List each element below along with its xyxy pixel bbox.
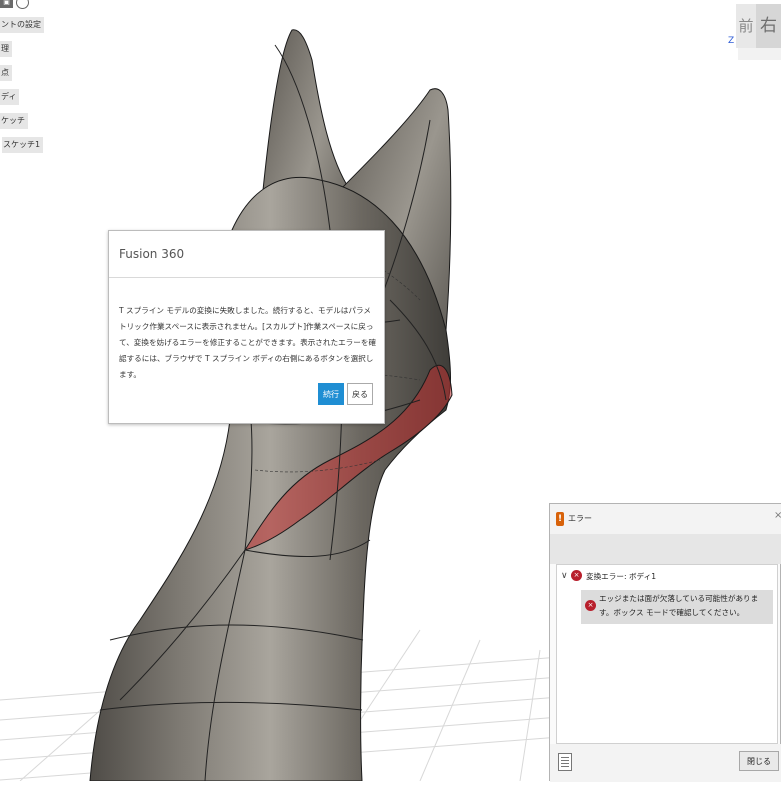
error-item-text: エッジまたは面が欠落している可能性があります。ボックス モードで確認してください… [599, 594, 759, 617]
warning-icon: ! [556, 512, 564, 526]
browser-settings-icon[interactable]: ▣ [0, 0, 13, 8]
dialog-message: T スプライン モデルの変換に失敗しました。続行すると、モデルはパラメトリック作… [119, 306, 377, 379]
viewcube-bottom-face[interactable] [738, 48, 781, 60]
conversion-failed-dialog: Fusion 360 T スプライン モデルの変換に失敗しました。続行すると、モ… [108, 230, 385, 424]
tree-item-sketch-1[interactable]: スケッチ1 [2, 137, 44, 153]
back-button[interactable]: 戻る [347, 383, 373, 405]
error-icon: × [571, 570, 582, 581]
error-list: ∨ × 変換エラー: ボディ1 × エッジまたは面が欠落している可能性があります… [556, 564, 778, 744]
viewcube-right-face[interactable]: 右 [756, 4, 781, 48]
error-panel: ! エラー × ∨ × 変換エラー: ボディ1 × エッジまたは面が欠落している… [549, 503, 781, 782]
viewcube[interactable]: 前 右 Z [728, 0, 781, 64]
error-panel-toolbar [550, 534, 781, 564]
dialog-divider [109, 277, 384, 278]
document-icon[interactable] [558, 753, 572, 771]
dialog-title: Fusion 360 [119, 247, 185, 261]
chevron-down-icon[interactable]: ∨ [561, 571, 568, 581]
error-panel-footer: 閉じる [550, 744, 781, 782]
error-group-label[interactable]: 変換エラー: ボディ1 [586, 571, 656, 582]
browser-header-icons: ▣ [0, 0, 30, 10]
error-item[interactable]: × エッジまたは面が欠落している可能性があります。ボックス モードで確認してくだ… [581, 590, 773, 624]
tree-item-bodies[interactable]: ディ [0, 89, 20, 105]
close-button[interactable]: 閉じる [739, 751, 779, 771]
error-panel-header[interactable]: ! エラー × [550, 504, 781, 534]
tree-item-units[interactable]: ントの設定 [0, 17, 44, 33]
z-axis-label: Z [728, 36, 735, 46]
error-icon: × [585, 600, 596, 611]
tree-item-named-views[interactable]: 理 [0, 41, 12, 57]
tree-item-origin[interactable]: 点 [0, 65, 12, 81]
tree-item-sketches[interactable]: ケッチ [0, 113, 28, 129]
continue-button[interactable]: 続行 [318, 383, 344, 405]
error-panel-title: エラー [568, 514, 592, 523]
close-icon[interactable]: × [774, 510, 781, 521]
viewcube-front-face[interactable]: 前 [736, 4, 756, 48]
visibility-eye-icon[interactable] [16, 0, 29, 9]
